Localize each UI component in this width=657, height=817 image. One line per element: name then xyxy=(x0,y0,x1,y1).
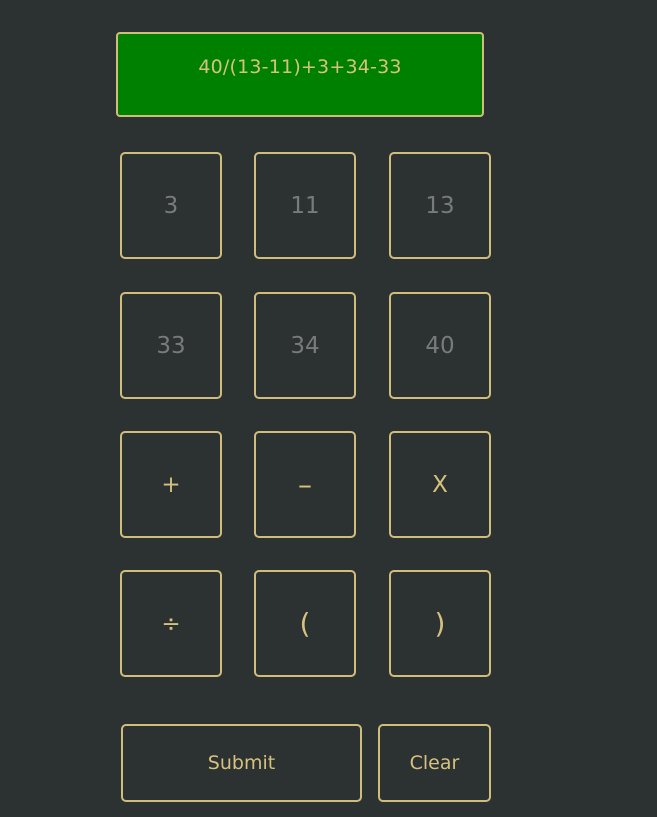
calculator-game: 40/(13-11)+3+34-33 3 11 13 33 34 40 + – … xyxy=(0,0,657,817)
number-tile-13[interactable]: 13 xyxy=(389,152,491,259)
expression-text: 40/(13-11)+3+34-33 xyxy=(198,56,402,78)
number-tile-11[interactable]: 11 xyxy=(254,152,356,259)
number-tile-34[interactable]: 34 xyxy=(254,292,356,399)
open-paren-button[interactable]: ( xyxy=(254,570,356,677)
number-tile-3[interactable]: 3 xyxy=(120,152,222,259)
plus-button[interactable]: + xyxy=(120,431,222,538)
divide-button[interactable]: ÷ xyxy=(120,570,222,677)
close-paren-button[interactable]: ) xyxy=(389,570,491,677)
multiply-button[interactable]: X xyxy=(389,431,491,538)
submit-button[interactable]: Submit xyxy=(121,724,362,802)
minus-button[interactable]: – xyxy=(254,431,356,538)
number-tile-40[interactable]: 40 xyxy=(389,292,491,399)
expression-display: 40/(13-11)+3+34-33 xyxy=(116,32,484,117)
number-tile-33[interactable]: 33 xyxy=(120,292,222,399)
clear-button[interactable]: Clear xyxy=(378,724,491,802)
